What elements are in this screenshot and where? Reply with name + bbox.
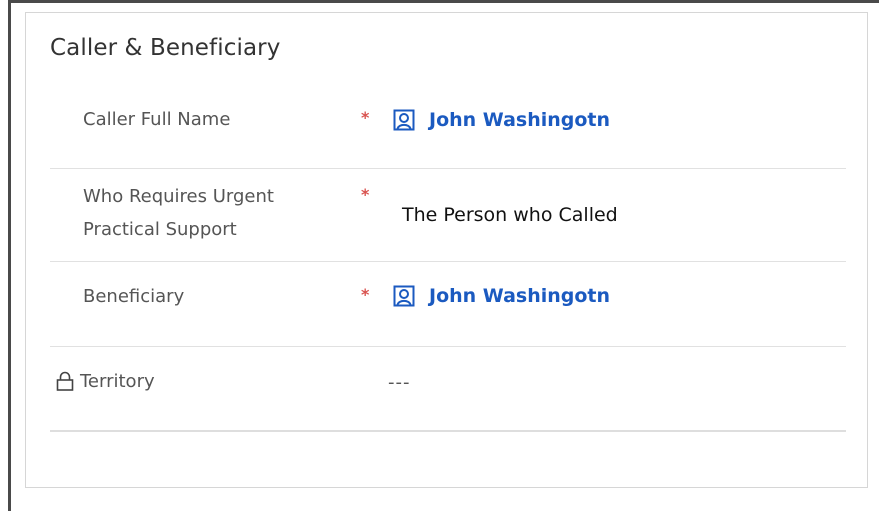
contact-lookup-icon <box>393 285 415 307</box>
window-frame-top <box>8 0 879 3</box>
beneficiary-link[interactable]: John Washingotn <box>429 285 610 307</box>
window-frame-left <box>8 0 11 511</box>
caller-full-name-label: Caller Full Name <box>83 109 231 130</box>
beneficiary-label: Beneficiary <box>83 286 185 307</box>
lock-icon <box>56 371 74 391</box>
caller-full-name-lookup[interactable]: John Washingotn <box>393 109 610 131</box>
urgent-support-label: Who Requires Urgent Practical Support <box>83 186 274 240</box>
field-row-urgent-support: Who Requires Urgent Practical Support * … <box>50 168 846 262</box>
contact-lookup-icon <box>393 109 415 131</box>
field-row-territory: Territory --- <box>50 346 846 432</box>
beneficiary-lookup[interactable]: John Washingotn <box>393 285 610 307</box>
caller-full-name-link[interactable]: John Washingotn <box>429 109 610 131</box>
section-title: Caller & Beneficiary <box>50 35 281 61</box>
form-page: Caller & Beneficiary Caller Full Name * … <box>0 0 879 511</box>
required-marker: * <box>361 185 370 204</box>
field-row-beneficiary: Beneficiary * John Washingotn <box>50 261 846 347</box>
field-row-caller-full-name: Caller Full Name * John Washingotn <box>50 83 846 169</box>
caller-beneficiary-section: Caller & Beneficiary Caller Full Name * … <box>25 12 868 488</box>
urgent-support-value[interactable]: The Person who Called <box>402 204 618 226</box>
required-marker: * <box>361 108 370 127</box>
required-marker: * <box>361 285 370 304</box>
territory-label: Territory <box>80 371 155 392</box>
territory-value: --- <box>388 372 411 393</box>
